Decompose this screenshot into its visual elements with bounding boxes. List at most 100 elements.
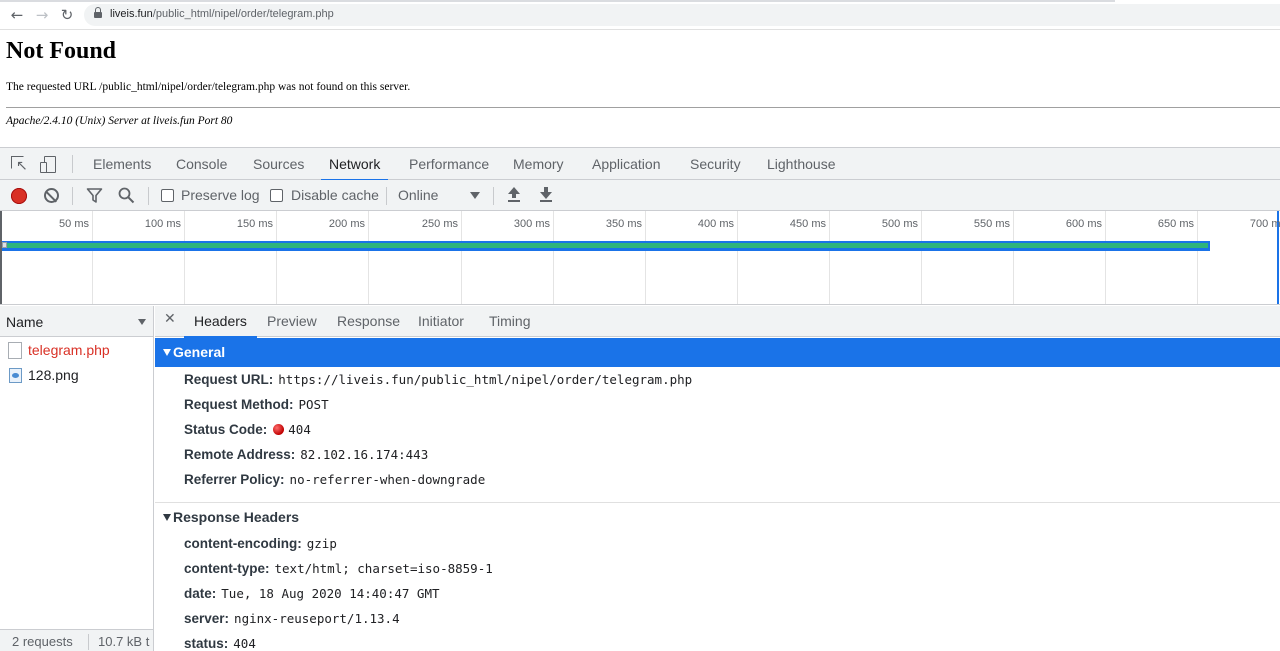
throttling-select[interactable]: Online: [398, 187, 438, 203]
timeline-tick-label: 650 ms: [1157, 218, 1194, 230]
reload-icon[interactable]: ↻: [58, 6, 76, 24]
filter-icon[interactable]: [86, 187, 103, 204]
tab-initiator[interactable]: Initiator: [418, 306, 464, 337]
document-icon: [8, 342, 22, 359]
search-icon[interactable]: [118, 187, 135, 204]
section-title: Response Headers: [173, 509, 300, 525]
request-details: ✕ Headers Preview Response Initiator Tim…: [155, 306, 1280, 651]
tab-elements[interactable]: Elements: [93, 148, 151, 180]
header-value: 82.102.16.174:443: [300, 447, 429, 462]
header-value: POST: [298, 397, 329, 412]
overview-range-handle-left[interactable]: [0, 211, 2, 304]
timeline-grid-line: [1013, 211, 1014, 304]
header-row: Request Method: POST: [184, 397, 329, 412]
header-value: 404: [233, 636, 256, 651]
import-har-icon[interactable]: [507, 187, 521, 203]
timeline-grid-line: [368, 211, 369, 304]
device-toolbar-icon[interactable]: [40, 156, 58, 174]
disable-cache-label[interactable]: Disable cache: [291, 187, 379, 203]
header-key: server:: [184, 611, 230, 626]
browser-toolbar: ← → ↻ liveis.fun/public_html/nipel/order…: [0, 0, 1280, 30]
request-row[interactable]: telegram.php: [0, 338, 153, 363]
tab-console[interactable]: Console: [176, 148, 227, 180]
clear-icon[interactable]: [44, 188, 59, 203]
tab-preview[interactable]: Preview: [267, 306, 317, 337]
header-row: date: Tue, 18 Aug 2020 14:40:47 GMT: [184, 586, 440, 601]
tab-memory[interactable]: Memory: [513, 148, 564, 180]
header-value: gzip: [306, 536, 337, 551]
header-row: content-type: text/html; charset=iso-8859…: [184, 561, 493, 576]
triangle-down-icon: [163, 349, 171, 356]
header-key: Remote Address:: [184, 447, 296, 462]
network-toolbar: Preserve log Disable cache Online: [0, 180, 1280, 211]
general-section-header[interactable]: General: [155, 338, 1280, 367]
tab-security[interactable]: Security: [690, 148, 741, 180]
timeline-grid-line: [553, 211, 554, 304]
toolbar-divider: [72, 155, 73, 173]
forward-icon[interactable]: →: [33, 6, 51, 24]
address-bar[interactable]: liveis.fun/public_html/nipel/order/teleg…: [84, 4, 1280, 26]
timeline-tick-label: 300 ms: [513, 218, 550, 230]
chevron-down-icon[interactable]: [470, 192, 480, 199]
record-icon[interactable]: [11, 188, 27, 204]
timeline-grid-line: [645, 211, 646, 304]
name-column-header[interactable]: Name: [6, 314, 43, 330]
request-name[interactable]: telegram.php: [28, 342, 110, 358]
timeline-grid-line: [1197, 211, 1198, 304]
lock-icon[interactable]: [94, 7, 102, 19]
details-tabbar: ✕ Headers Preview Response Initiator Tim…: [155, 306, 1280, 338]
tab-application[interactable]: Application: [592, 148, 661, 180]
timeline-tick-label: 450 ms: [789, 218, 826, 230]
timeline-grid-line: [829, 211, 830, 304]
tab-performance[interactable]: Performance: [409, 148, 489, 180]
header-key: Status Code:: [184, 422, 268, 437]
server-signature: Apache/2.4.10 (Unix) Server at liveis.fu…: [6, 115, 233, 127]
tab-headers[interactable]: Headers: [184, 306, 257, 338]
request-row[interactable]: 128.png: [0, 363, 153, 388]
header-value: no-referrer-when-downgrade: [289, 472, 486, 487]
tab-response[interactable]: Response: [337, 306, 400, 337]
header-value: Tue, 18 Aug 2020 14:40:47 GMT: [221, 586, 440, 601]
response-headers-section-header[interactable]: Response Headers: [155, 502, 1280, 531]
header-value: https://liveis.fun/public_html/nipel/ord…: [278, 372, 693, 387]
preserve-log-checkbox[interactable]: [161, 189, 174, 202]
tab-sources[interactable]: Sources: [253, 148, 304, 180]
request-name[interactable]: 128.png: [28, 367, 79, 383]
header-value: text/html; charset=iso-8859-1: [274, 561, 493, 576]
timeline-tick-label: 200 ms: [328, 218, 365, 230]
url-text[interactable]: liveis.fun/public_html/nipel/order/teleg…: [110, 8, 334, 20]
status-error-icon: [273, 424, 285, 435]
url-host: liveis.fun: [110, 8, 153, 20]
header-key: Referrer Policy:: [184, 472, 285, 487]
tab-timing[interactable]: Timing: [489, 306, 531, 337]
timeline-grid-line: [1105, 211, 1106, 304]
preserve-log-label[interactable]: Preserve log: [181, 187, 260, 203]
waterfall-bar-start: [2, 242, 7, 248]
toolbar-divider: [148, 187, 149, 205]
status-divider: [88, 634, 89, 650]
header-row: status: 404: [184, 636, 256, 651]
close-icon[interactable]: ✕: [164, 311, 176, 327]
timeline-grid-line: [92, 211, 93, 304]
waterfall-bar: [2, 241, 1210, 251]
page-title: Not Found: [6, 38, 117, 64]
request-list-header[interactable]: Name: [0, 306, 153, 337]
disable-cache-checkbox[interactable]: [270, 189, 283, 202]
page-content: Not Found The requested URL /public_html…: [0, 30, 1280, 147]
timeline-grid-line: [461, 211, 462, 304]
error-message: The requested URL /public_html/nipel/ord…: [6, 81, 411, 93]
header-value: nginx-reuseport/1.13.4: [234, 611, 400, 626]
toolbar-divider: [72, 187, 73, 205]
export-har-icon[interactable]: [539, 187, 553, 203]
back-icon[interactable]: ←: [8, 6, 26, 24]
divider: [6, 107, 1280, 108]
transfer-size: 10.7 kB t: [98, 634, 150, 649]
network-overview[interactable]: 50 ms 100 ms 150 ms 200 ms 250 ms 300 ms 350 m…: [0, 211, 1280, 305]
tab-lighthouse[interactable]: Lighthouse: [767, 148, 836, 180]
request-list: Name telegram.php 128.png 2 requests 10.…: [0, 306, 154, 651]
tab-network[interactable]: Network: [320, 148, 389, 181]
sort-caret-icon[interactable]: [138, 319, 146, 325]
inspect-element-icon[interactable]: ↖: [11, 156, 29, 174]
url-path: /public_html/nipel/order/telegram.php: [152, 8, 334, 20]
header-row: Referrer Policy: no-referrer-when-downgra…: [184, 472, 485, 487]
